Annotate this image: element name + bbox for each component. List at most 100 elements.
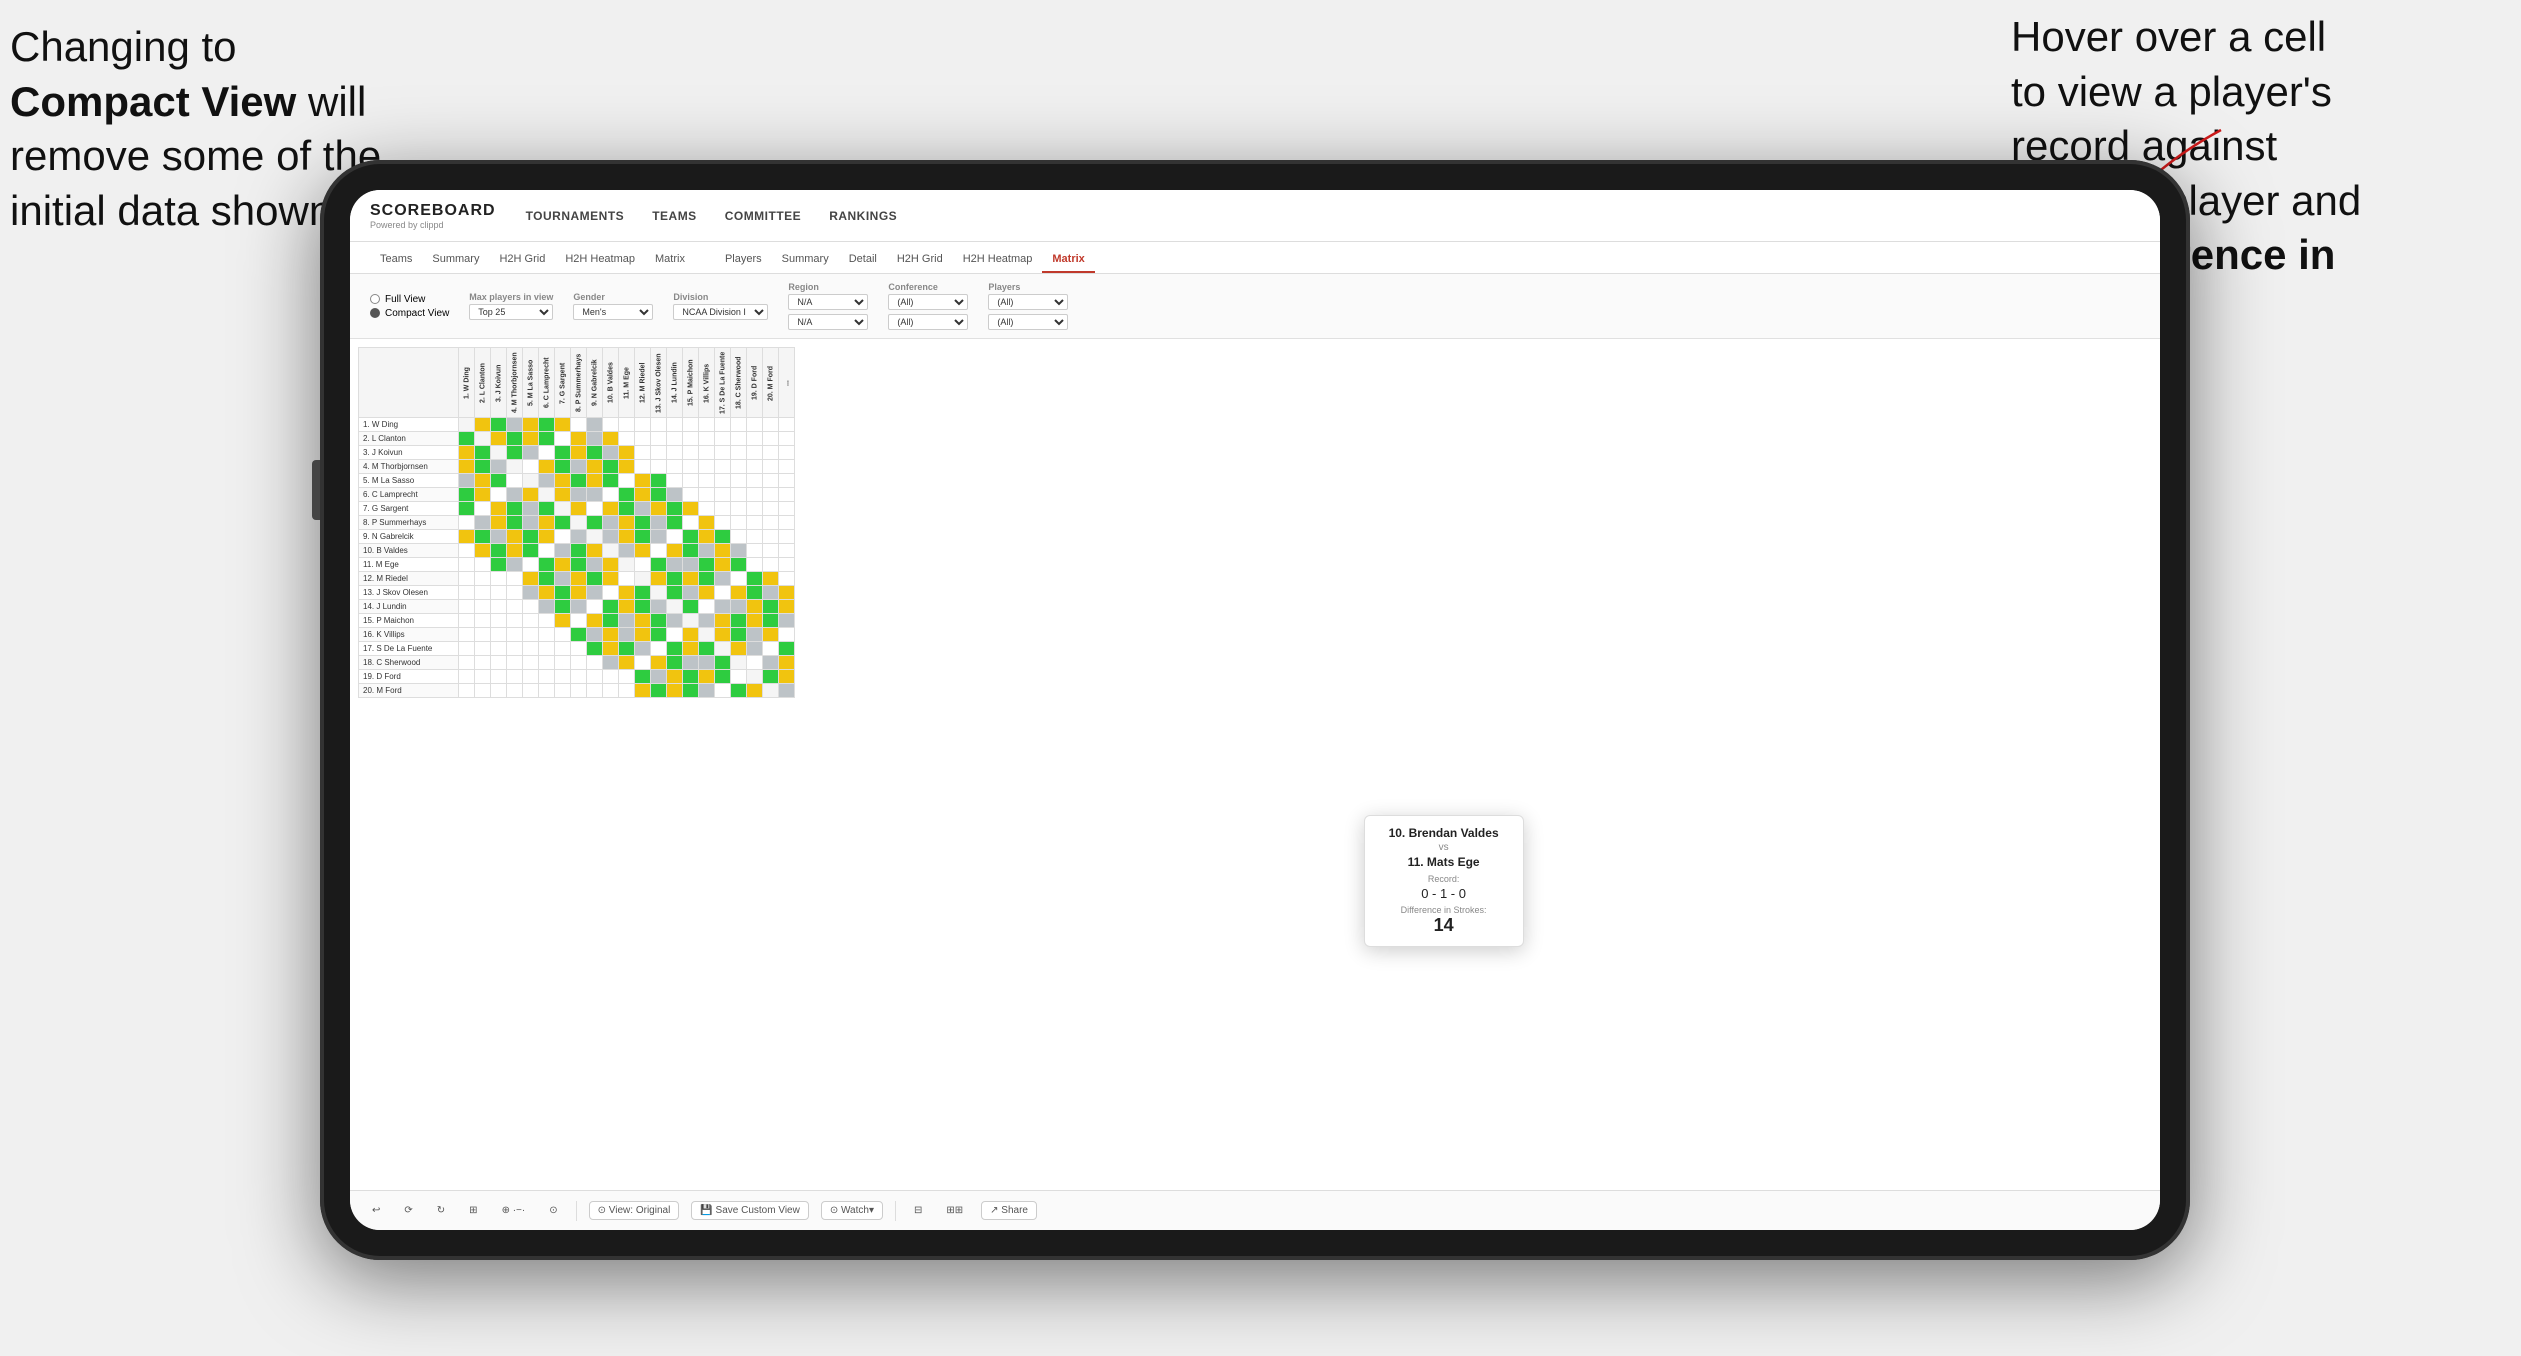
matrix-cell[interactable] <box>507 586 523 600</box>
matrix-cell[interactable] <box>555 670 571 684</box>
matrix-cell[interactable] <box>459 614 475 628</box>
matrix-cell[interactable] <box>731 614 747 628</box>
matrix-cell[interactable] <box>731 670 747 684</box>
matrix-cell[interactable] <box>491 642 507 656</box>
matrix-cell[interactable] <box>683 530 699 544</box>
matrix-cell[interactable] <box>715 474 731 488</box>
matrix-cell[interactable] <box>731 530 747 544</box>
matrix-cell[interactable] <box>523 642 539 656</box>
matrix-cell[interactable] <box>683 656 699 670</box>
matrix-cell[interactable] <box>779 600 795 614</box>
matrix-cell[interactable] <box>571 684 587 698</box>
matrix-cell[interactable] <box>587 516 603 530</box>
matrix-cell[interactable] <box>635 544 651 558</box>
filter-division-select[interactable]: NCAA Division I <box>673 304 768 320</box>
matrix-cell[interactable] <box>491 614 507 628</box>
matrix-cell[interactable] <box>475 530 491 544</box>
matrix-cell[interactable] <box>587 586 603 600</box>
matrix-cell[interactable] <box>667 544 683 558</box>
share-button[interactable]: ↗ Share <box>981 1201 1037 1220</box>
matrix-cell[interactable] <box>699 586 715 600</box>
matrix-cell[interactable] <box>507 460 523 474</box>
matrix-cell[interactable] <box>459 642 475 656</box>
matrix-cell[interactable] <box>539 474 555 488</box>
matrix-cell[interactable] <box>555 474 571 488</box>
matrix-cell[interactable] <box>539 614 555 628</box>
matrix-cell[interactable] <box>731 628 747 642</box>
matrix-cell[interactable] <box>523 544 539 558</box>
matrix-cell[interactable] <box>587 474 603 488</box>
matrix-cell[interactable] <box>539 600 555 614</box>
matrix-cell[interactable] <box>619 432 635 446</box>
matrix-cell[interactable] <box>747 530 763 544</box>
matrix-cell[interactable] <box>779 488 795 502</box>
matrix-cell[interactable] <box>603 446 619 460</box>
matrix-cell[interactable] <box>763 474 779 488</box>
layout-button[interactable]: ⊟ <box>908 1203 928 1218</box>
matrix-cell[interactable] <box>555 516 571 530</box>
matrix-cell[interactable] <box>491 684 507 698</box>
matrix-cell[interactable] <box>491 516 507 530</box>
matrix-cell[interactable] <box>475 642 491 656</box>
matrix-cell[interactable] <box>491 600 507 614</box>
matrix-cell[interactable] <box>763 670 779 684</box>
matrix-cell[interactable] <box>475 586 491 600</box>
matrix-cell[interactable] <box>635 600 651 614</box>
tab-teams[interactable]: Teams <box>370 247 422 273</box>
matrix-cell[interactable] <box>667 670 683 684</box>
matrix-cell[interactable] <box>651 572 667 586</box>
matrix-cell[interactable] <box>459 446 475 460</box>
matrix-cell[interactable] <box>571 474 587 488</box>
matrix-cell[interactable] <box>667 572 683 586</box>
matrix-cell[interactable] <box>667 474 683 488</box>
matrix-cell[interactable] <box>539 628 555 642</box>
matrix-cell[interactable] <box>699 460 715 474</box>
matrix-cell[interactable] <box>603 670 619 684</box>
matrix-cell[interactable] <box>699 684 715 698</box>
matrix-cell[interactable] <box>635 614 651 628</box>
tab-detail[interactable]: Detail <box>839 247 887 273</box>
matrix-cell[interactable] <box>747 600 763 614</box>
matrix-cell[interactable] <box>459 488 475 502</box>
matrix-cell[interactable] <box>603 418 619 432</box>
matrix-cell[interactable] <box>747 432 763 446</box>
matrix-cell[interactable] <box>523 600 539 614</box>
matrix-cell[interactable] <box>571 418 587 432</box>
matrix-cell[interactable] <box>699 544 715 558</box>
matrix-cell[interactable] <box>587 544 603 558</box>
matrix-cell[interactable] <box>619 670 635 684</box>
matrix-cell[interactable] <box>731 642 747 656</box>
matrix-cell[interactable] <box>779 418 795 432</box>
matrix-cell[interactable] <box>779 558 795 572</box>
matrix-cell[interactable] <box>683 614 699 628</box>
matrix-cell[interactable] <box>635 488 651 502</box>
matrix-cell[interactable] <box>635 572 651 586</box>
matrix-cell[interactable] <box>475 684 491 698</box>
matrix-cell[interactable] <box>555 432 571 446</box>
nav-rankings[interactable]: RANKINGS <box>829 205 897 227</box>
tab-h2h-heatmap-2[interactable]: H2H Heatmap <box>953 247 1043 273</box>
matrix-cell[interactable] <box>635 558 651 572</box>
matrix-cell[interactable] <box>603 684 619 698</box>
matrix-cell[interactable] <box>763 684 779 698</box>
redo2-button[interactable]: ↻ <box>431 1203 451 1218</box>
filter-region-select2[interactable]: N/A <box>788 314 868 330</box>
matrix-cell[interactable] <box>683 586 699 600</box>
matrix-cell[interactable] <box>635 628 651 642</box>
matrix-cell[interactable] <box>603 474 619 488</box>
matrix-cell[interactable] <box>539 502 555 516</box>
matrix-cell[interactable] <box>603 502 619 516</box>
matrix-cell[interactable] <box>731 558 747 572</box>
matrix-cell[interactable] <box>651 432 667 446</box>
matrix-cell[interactable] <box>747 446 763 460</box>
matrix-cell[interactable] <box>587 628 603 642</box>
matrix-cell[interactable] <box>507 488 523 502</box>
matrix-cell[interactable] <box>571 446 587 460</box>
matrix-cell[interactable] <box>635 432 651 446</box>
matrix-cell[interactable] <box>763 558 779 572</box>
matrix-cell[interactable] <box>523 516 539 530</box>
matrix-cell[interactable] <box>475 432 491 446</box>
matrix-cell[interactable] <box>651 642 667 656</box>
matrix-cell[interactable] <box>715 684 731 698</box>
matrix-cell[interactable] <box>651 600 667 614</box>
